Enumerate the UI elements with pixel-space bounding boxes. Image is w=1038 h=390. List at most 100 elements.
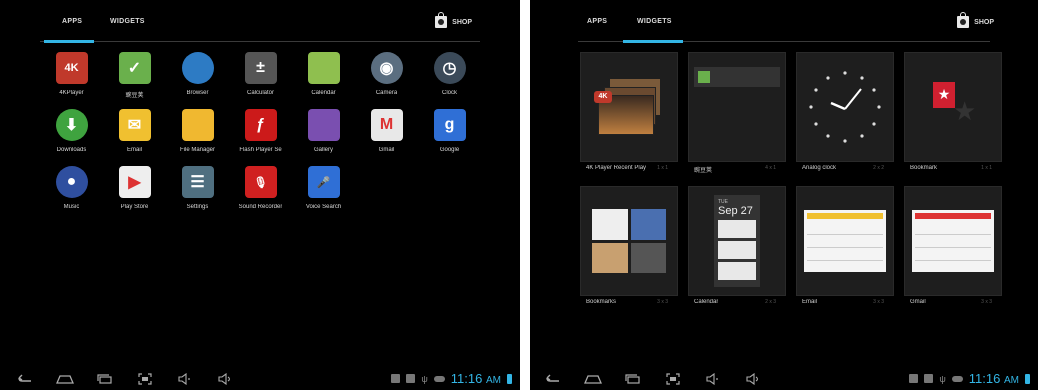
screenshot-icon [138,373,152,385]
back-icon [546,374,559,382]
wandoujia-icon: ✓ [118,52,151,84]
app-label: Email [126,147,142,153]
app-grid: 4K 4KPlayer ✓ 豌豆荚 Browser ± Calculator Calendar… [40,50,480,221]
widget-calendar[interactable]: TUE Sep 27 Calendar 2 x 3 [688,186,788,308]
navigation-bar: ψ 11:16 AM [0,368,520,390]
microphone-red-icon: 🎙 [244,166,277,198]
widget-4k-player[interactable]: 4K 4K Player Recent Play 1 x 1 [580,52,680,174]
app-label: Gallery [313,147,333,153]
app-music[interactable]: ● Music [40,164,103,221]
app-gmail[interactable]: M Gmail [355,107,418,164]
app-globe[interactable]: Browser [166,50,229,107]
app-download[interactable]: ⬇ Downloads [40,107,103,164]
volume-down-button[interactable] [702,371,724,387]
widget-name: Analog clock [802,165,837,171]
notification-icon [924,374,934,383]
status-area[interactable]: ψ 11:16 AM [391,371,512,386]
app-folder[interactable]: File Manager [166,107,229,164]
home-icon [56,375,74,384]
app-label: Camera [375,90,398,96]
volume-down-icon [178,373,190,385]
widget-name: 4K Player Recent Play [586,165,646,171]
app-settings[interactable]: ☰ Settings [166,164,229,221]
app-label: Downloads [56,147,87,153]
app-camera[interactable]: ◉ Camera [355,50,418,107]
widget-name: Gmail [910,299,926,305]
status-clock: 11:16 AM [450,371,501,386]
screenshot-button[interactable] [134,371,156,387]
recent-apps-button[interactable] [622,371,644,387]
app-flash[interactable]: ƒ Flash Player Se [229,107,292,164]
shopping-bag-icon [435,12,448,28]
widget-name: Bookmarks [586,299,617,305]
app-microphone-blue[interactable]: 🎤 Voice Search [292,164,355,221]
notification-icon [391,374,401,383]
tab-apps[interactable]: APPS [587,18,607,25]
widget-bookmark[interactable]: ★ ★ Bookmark 1 x 1 [904,52,1004,174]
tab-widgets[interactable]: WIDGETS [110,18,145,25]
home-button[interactable] [582,371,604,387]
app-label: Calendar [311,90,336,96]
tab-divider [40,41,480,42]
bookmark-star-icon: ★ [933,82,955,108]
app-label: Music [63,204,80,210]
back-button[interactable] [14,371,36,387]
back-button[interactable] [542,371,564,387]
widget-size: 1 x 1 [657,165,668,171]
app-google[interactable]: g Google [418,107,481,164]
widget-preview: TUE Sep 27 [688,186,786,296]
email-icon: ✉ [118,109,151,141]
widget-email[interactable]: Email 3 x 3 [796,186,896,308]
globe-icon [181,52,214,84]
widget-wandoujia[interactable]: 豌豆荚 4 x 1 [688,52,788,174]
app-label: Calculator [246,90,274,96]
volume-up-button[interactable] [742,371,764,387]
widget-name: 豌豆荚 [694,168,713,174]
usb-icon: ψ [421,373,428,384]
widget-preview: ★ ★ [904,52,1002,162]
settings-icon: ☰ [181,166,214,198]
recent-apps-button[interactable] [94,371,116,387]
sd-card-icon [433,375,445,382]
widget-preview [904,186,1002,296]
widget-bookmarks[interactable]: Bookmarks 3 x 3 [580,186,680,308]
app-4k-player[interactable]: 4K 4KPlayer [40,50,103,107]
app-clock[interactable]: ◷ Clock [418,50,481,107]
clock-icon: ◷ [433,52,466,84]
app-calculator[interactable]: ± Calculator [229,50,292,107]
app-microphone-red[interactable]: 🎙 Sound Recorder [229,164,292,221]
app-label: Clock [441,90,457,96]
app-label: Voice Search [305,204,342,210]
widget-size: 3 x 3 [873,299,884,305]
bookmark-thumbnail [592,209,628,240]
widget-preview [796,52,894,162]
4k-player-icon: 4K [55,52,88,84]
shop-button[interactable]: SHOP [435,12,472,28]
app-email[interactable]: ✉ Email [103,107,166,164]
tab-widgets[interactable]: WIDGETS [637,18,672,25]
navigation-bar: ψ 11:16 AM [530,368,1038,390]
app-label: Play Store [120,204,149,210]
volume-up-button[interactable] [214,371,236,387]
app-gallery[interactable]: Gallery [292,107,355,164]
folder-icon [181,109,214,141]
widgets-screen: APPS WIDGETS SHOP 4K 4K Player Recent Pl… [530,0,1038,390]
app-wandoujia[interactable]: ✓ 豌豆荚 [103,50,166,107]
widget-size: 2 x 2 [873,165,884,171]
status-area[interactable]: ψ 11:16 AM [909,371,1030,386]
widget-size: 2 x 3 [765,299,776,305]
home-button[interactable] [54,371,76,387]
screenshot-button[interactable] [662,371,684,387]
widget-gmail[interactable]: Gmail 3 x 3 [904,186,1004,308]
widget-analog-clock[interactable]: Analog clock 2 x 2 [796,52,896,174]
widget-name: Bookmark [910,165,938,171]
microphone-blue-icon: 🎤 [307,166,340,198]
app-calendar[interactable]: Calendar [292,50,355,107]
volume-down-button[interactable] [174,371,196,387]
app-play-store[interactable]: ▶ Play Store [103,164,166,221]
google-icon: g [433,109,466,141]
shop-button[interactable]: SHOP [957,12,994,28]
download-icon: ⬇ [55,109,88,141]
volume-up-icon [218,373,231,385]
tab-apps[interactable]: APPS [62,18,82,25]
